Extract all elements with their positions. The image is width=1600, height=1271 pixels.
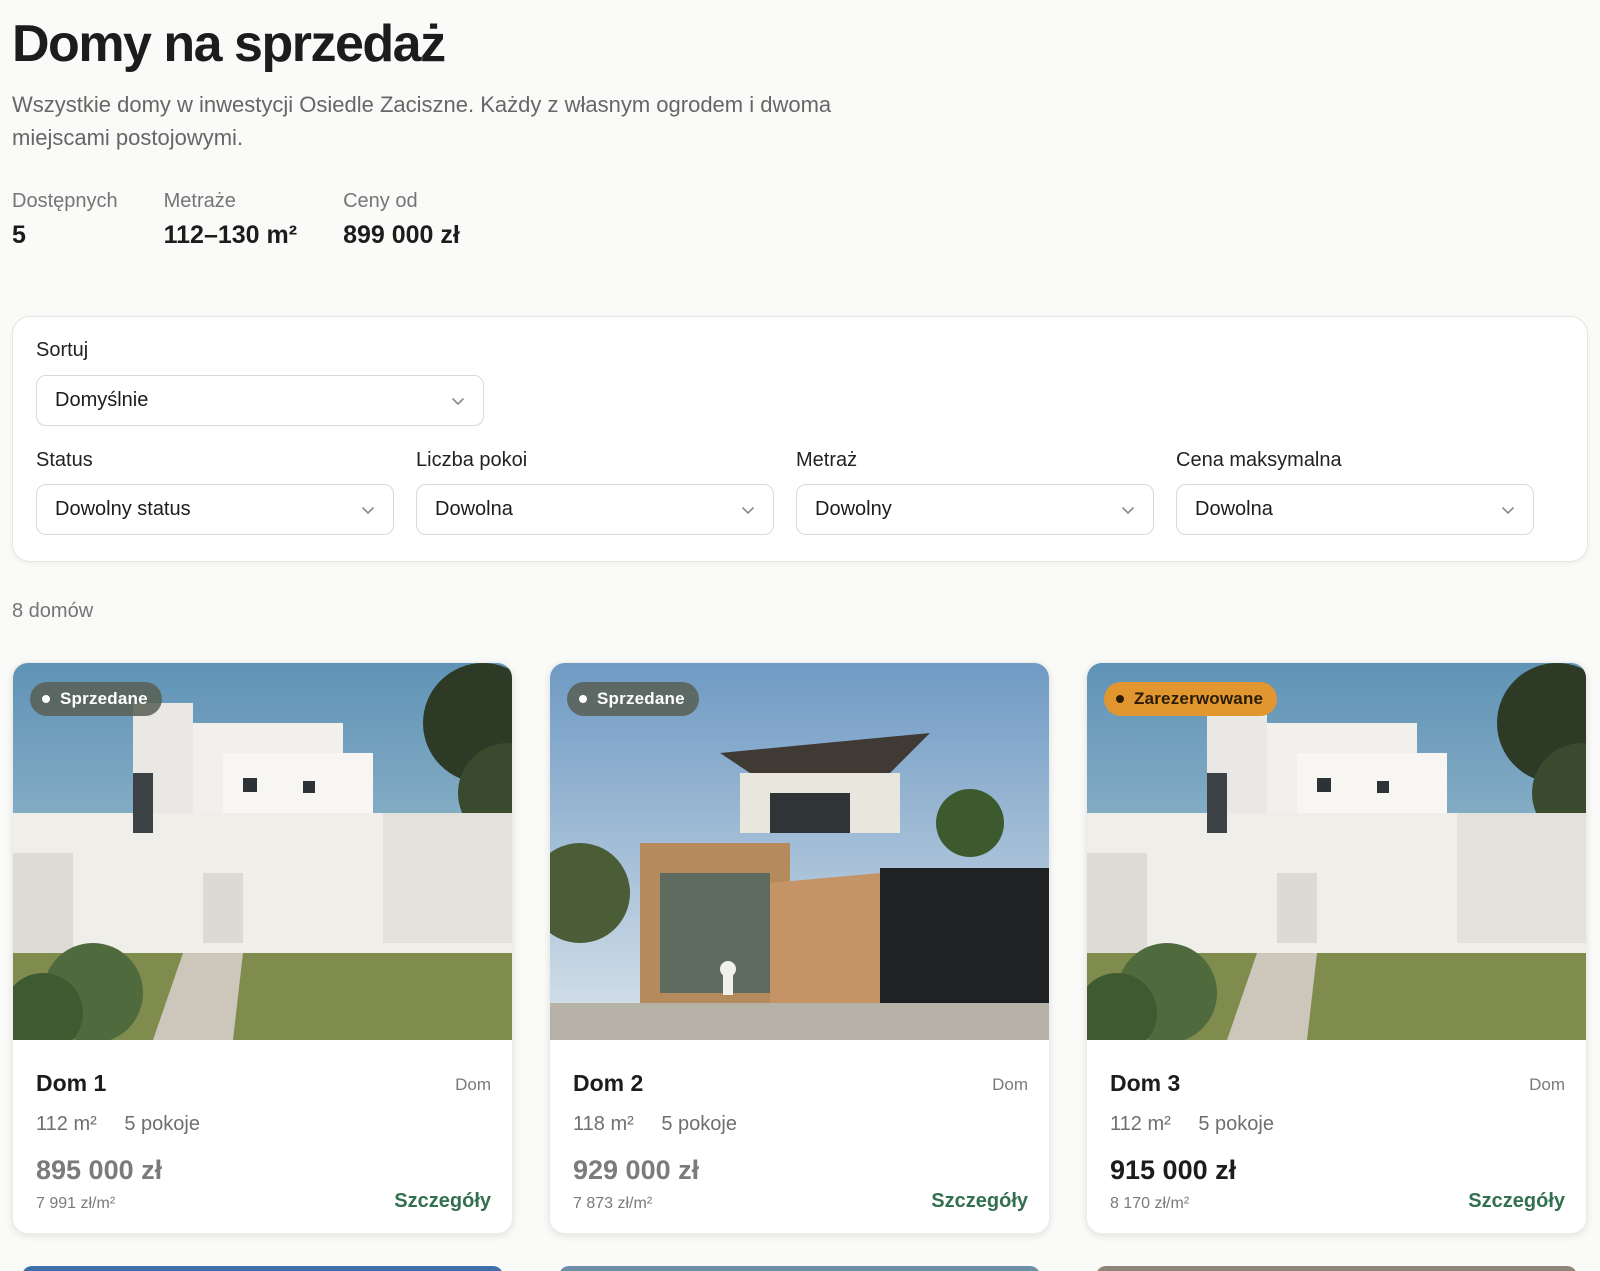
listing-price: 915 000 zł	[1110, 1155, 1237, 1185]
listing-type: Dom	[992, 1075, 1028, 1094]
listing-price: 929 000 zł	[573, 1155, 700, 1185]
stat-label: Dostępnych	[12, 190, 118, 212]
status-badge: Zarezerwowane	[1104, 682, 1278, 716]
stats-row: Dostępnych 5 Metraże 112–130 m² Ceny od …	[12, 190, 506, 250]
chevron-down-icon	[1122, 506, 1134, 514]
stat-value: 112–130 m²	[163, 221, 298, 249]
listing-photo[interactable]: Sprzedane	[550, 663, 1049, 1040]
area-label: Metraż	[796, 449, 858, 471]
listing-card[interactable]: Sprzedane Dom 2 Dom 118 m² 5 pokoje 929 …	[549, 662, 1050, 1234]
rooms-select-value: Dowolna	[435, 498, 513, 520]
max-price-select-value: Dowolna	[1195, 498, 1273, 520]
status-badge: Sprzedane	[30, 682, 162, 716]
stat-value: 5	[12, 221, 26, 249]
listing-photo[interactable]: Zarezerwowane	[1087, 663, 1586, 1040]
listing-area: 112 m²	[1110, 1113, 1171, 1135]
listing-card[interactable]: Sprzedane Dom 1 Dom 112 m² 5 pokoje 895 …	[12, 662, 513, 1234]
stat-area: Metraże 112–130 m²	[164, 190, 297, 250]
rooms-label: Liczba pokoi	[416, 449, 528, 471]
listing-photo[interactable]: Sprzedane	[13, 663, 512, 1040]
status-badge-label: Sprzedane	[597, 689, 685, 708]
sort-select[interactable]: Domyślnie	[36, 375, 484, 426]
listing-type: Dom	[1529, 1075, 1565, 1094]
chevron-down-icon	[362, 506, 374, 514]
listing-card-body: Dom 3 Dom 112 m² 5 pokoje 915 000 zł 8 1…	[1087, 1040, 1586, 1233]
listing-area: 118 m²	[573, 1113, 634, 1135]
page-subtitle: Wszystkie domy w inwestycji Osiedle Zaci…	[12, 92, 832, 150]
listing-card-body: Dom 1 Dom 112 m² 5 pokoje 895 000 zł 7 9…	[13, 1040, 512, 1233]
rooms-select[interactable]: Dowolna	[416, 484, 774, 535]
listing-name: Dom 1	[36, 1070, 107, 1096]
details-link[interactable]: Szczegóły	[394, 1190, 491, 1213]
listing-name: Dom 3	[1110, 1070, 1181, 1096]
details-link[interactable]: Szczegóły	[931, 1190, 1028, 1213]
area-select[interactable]: Dowolny	[796, 484, 1154, 535]
stat-value: 899 000 zł	[343, 221, 460, 249]
status-select[interactable]: Dowolny status	[36, 484, 394, 535]
listing-area: 112 m²	[36, 1113, 97, 1135]
listing-price: 895 000 zł	[36, 1155, 163, 1185]
status-dot-icon	[42, 695, 50, 703]
stat-label: Ceny od	[343, 190, 418, 212]
listing-rooms: 5 pokoje	[124, 1113, 200, 1135]
next-row-card-peek	[1096, 1266, 1577, 1271]
status-select-value: Dowolny status	[55, 498, 191, 520]
status-badge-label: Zarezerwowane	[1134, 689, 1264, 708]
results-count: 8 domów	[12, 600, 94, 622]
listing-price-per-m2: 7 873 zł/m²	[573, 1195, 653, 1212]
status-badge-label: Sprzedane	[60, 689, 148, 708]
listing-rooms: 5 pokoje	[1198, 1113, 1274, 1135]
listing-meta: 118 m² 5 pokoje	[573, 1113, 759, 1136]
max-price-label: Cena maksymalna	[1176, 449, 1342, 471]
next-row-card-peek	[559, 1266, 1040, 1271]
status-label: Status	[36, 449, 93, 471]
listing-rooms: 5 pokoje	[661, 1113, 737, 1135]
listing-price-per-m2: 7 991 zł/m²	[36, 1195, 116, 1212]
details-link[interactable]: Szczegóły	[1468, 1190, 1565, 1213]
page-title: Domy na sprzedaż	[12, 15, 446, 73]
listing-price-per-m2: 8 170 zł/m²	[1110, 1195, 1190, 1212]
listing-card[interactable]: Zarezerwowane Dom 3 Dom 112 m² 5 pokoje …	[1086, 662, 1587, 1234]
next-row-card-peek	[22, 1266, 503, 1271]
chevron-down-icon	[742, 506, 754, 514]
chevron-down-icon	[1502, 506, 1514, 514]
listing-meta: 112 m² 5 pokoje	[36, 1113, 222, 1136]
max-price-select[interactable]: Dowolna	[1176, 484, 1534, 535]
chevron-down-icon	[452, 397, 464, 405]
status-dot-icon	[579, 695, 587, 703]
area-select-value: Dowolny	[815, 498, 892, 520]
listing-type: Dom	[455, 1075, 491, 1094]
listing-meta: 112 m² 5 pokoje	[1110, 1113, 1296, 1136]
status-dot-icon	[1116, 695, 1124, 703]
stat-label: Metraże	[163, 190, 236, 212]
status-badge: Sprzedane	[567, 682, 699, 716]
listing-name: Dom 2	[573, 1070, 644, 1096]
sort-label: Sortuj	[36, 339, 89, 361]
stat-available: Dostępnych 5	[12, 190, 118, 250]
sort-select-value: Domyślnie	[55, 389, 149, 411]
listing-card-body: Dom 2 Dom 118 m² 5 pokoje 929 000 zł 7 8…	[550, 1040, 1049, 1233]
filters-panel: Sortuj Domyślnie Status Dowolny status L…	[12, 316, 1588, 562]
stat-price-from: Ceny od 899 000 zł	[343, 190, 460, 250]
